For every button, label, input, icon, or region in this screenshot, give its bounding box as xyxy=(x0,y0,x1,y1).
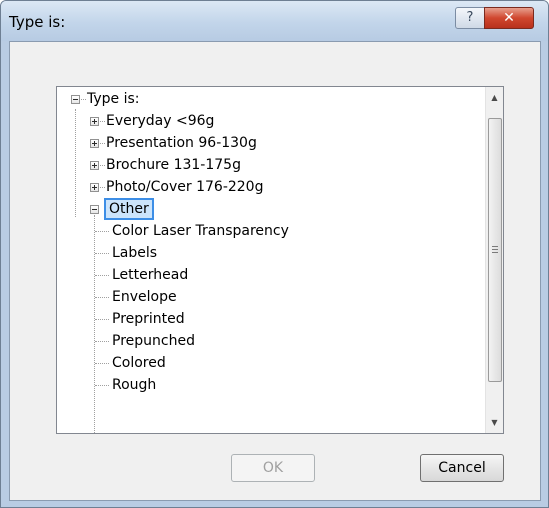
scroll-grip-icon xyxy=(492,246,498,247)
tree-item-photo-cover[interactable]: Photo/Cover 176-220g xyxy=(106,178,263,196)
tree-root-label[interactable]: Type is: xyxy=(87,90,140,108)
tree-connector xyxy=(95,297,109,298)
close-button[interactable]: ✕ xyxy=(484,7,534,29)
tree-item-presentation[interactable]: Presentation 96-130g xyxy=(106,134,257,152)
type-tree-view[interactable]: Type is: Everyday <96g Presentation 96-1… xyxy=(56,86,504,434)
tree-connector xyxy=(95,319,109,320)
scroll-down-arrow-icon[interactable]: ▼ xyxy=(486,414,503,431)
expand-icon[interactable] xyxy=(90,161,99,170)
tree-connector xyxy=(95,341,109,342)
help-button[interactable]: ? xyxy=(455,7,485,29)
tree-item-other-selected[interactable]: Other xyxy=(104,198,154,220)
tree-connector xyxy=(100,121,105,122)
tree-connector xyxy=(95,363,109,364)
vertical-scrollbar[interactable]: ▲ ▼ xyxy=(485,87,503,433)
tree-connector xyxy=(100,187,105,188)
tree-connector xyxy=(100,165,105,166)
title-bar[interactable]: Type is: ? ✕ xyxy=(1,1,548,41)
tree-connector xyxy=(100,143,105,144)
collapse-icon[interactable] xyxy=(71,95,80,104)
scrollbar-thumb[interactable] xyxy=(488,118,502,382)
tree-item-brochure[interactable]: Brochure 131-175g xyxy=(106,156,241,174)
tree-child-preprinted[interactable]: Preprinted xyxy=(112,310,185,328)
scroll-grip-icon xyxy=(492,249,498,250)
dialog-window: Type is: ? ✕ Type is: Everyday <96g Pres… xyxy=(0,0,549,508)
window-title: Type is: xyxy=(9,13,66,31)
tree-connector xyxy=(94,215,95,433)
tree-child-envelope[interactable]: Envelope xyxy=(112,288,177,306)
tree-child-prepunched[interactable]: Prepunched xyxy=(112,332,195,350)
cancel-button[interactable]: Cancel xyxy=(420,454,504,482)
tree-child-rough[interactable]: Rough xyxy=(112,376,156,394)
close-icon: ✕ xyxy=(503,10,515,26)
tree-child-colored[interactable]: Colored xyxy=(112,354,166,372)
tree-connector xyxy=(75,109,76,217)
scroll-grip-icon xyxy=(492,252,498,253)
scroll-up-arrow-icon[interactable]: ▲ xyxy=(486,89,503,106)
expand-icon[interactable] xyxy=(90,183,99,192)
collapse-icon[interactable] xyxy=(90,205,99,214)
tree-connector xyxy=(81,99,86,100)
tree-connector xyxy=(95,231,109,232)
tree-child-color-laser-transparency[interactable]: Color Laser Transparency xyxy=(112,222,289,240)
ok-button[interactable]: OK xyxy=(231,454,315,482)
question-mark-icon: ? xyxy=(466,10,474,25)
tree-connector xyxy=(95,253,109,254)
tree-content: Type is: Everyday <96g Presentation 96-1… xyxy=(57,87,485,433)
tree-connector xyxy=(95,385,109,386)
tree-connector xyxy=(95,275,109,276)
tree-child-labels[interactable]: Labels xyxy=(112,244,157,262)
dialog-client-area: Type is: Everyday <96g Presentation 96-1… xyxy=(9,41,541,501)
tree-child-letterhead[interactable]: Letterhead xyxy=(112,266,188,284)
expand-icon[interactable] xyxy=(90,117,99,126)
tree-item-everyday[interactable]: Everyday <96g xyxy=(106,112,214,130)
expand-icon[interactable] xyxy=(90,139,99,148)
